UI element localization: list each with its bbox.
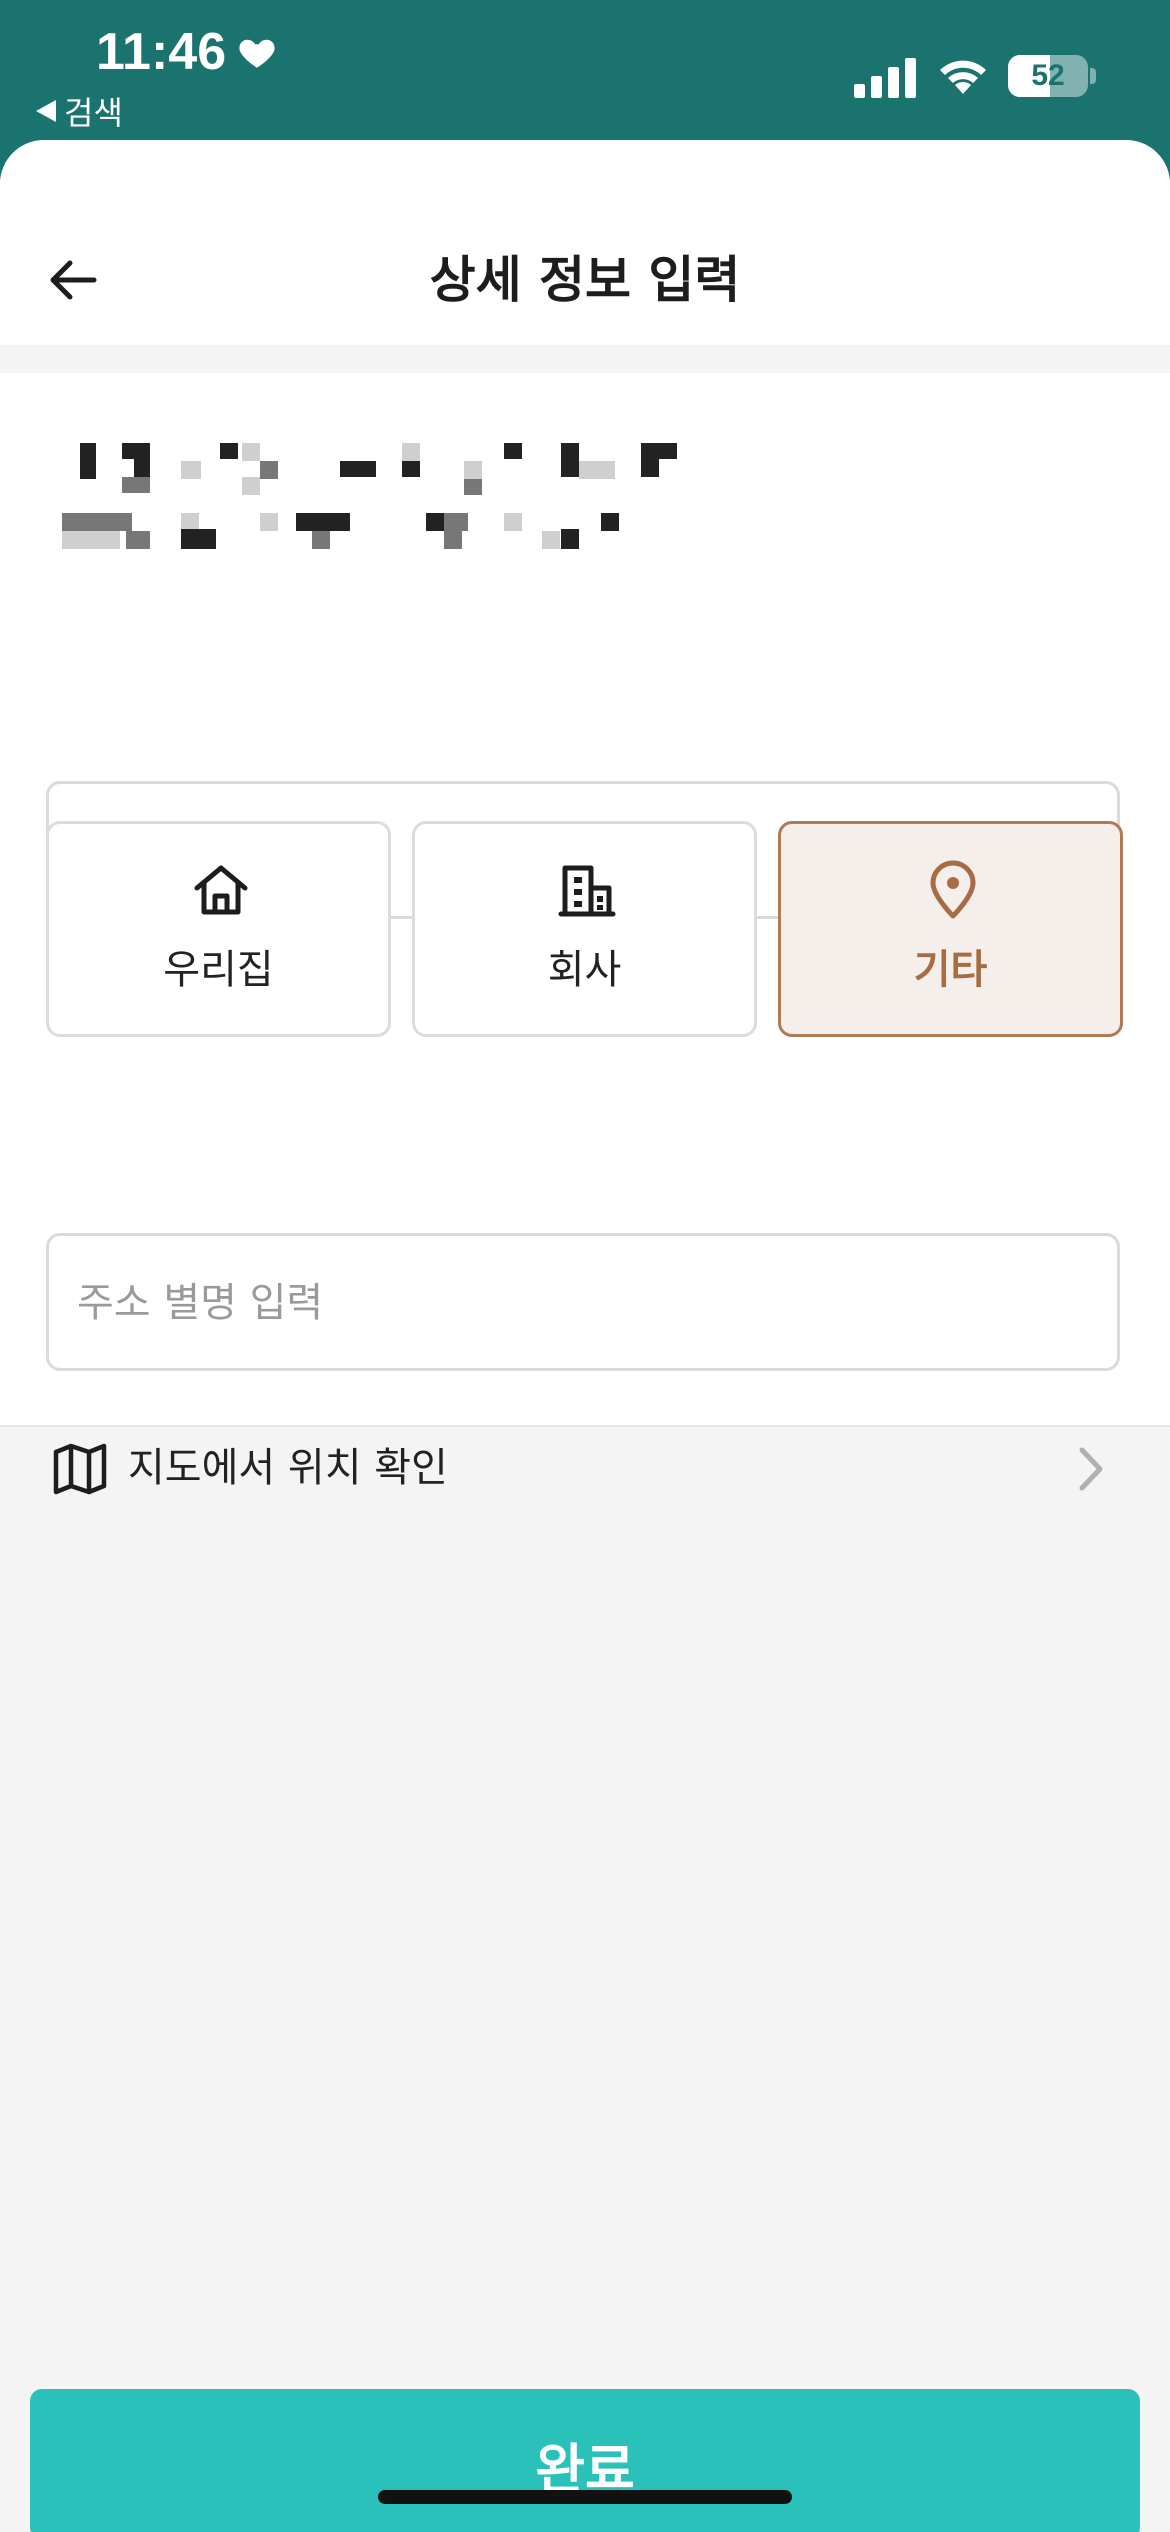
page-title: 상세 정보 입력 [429,251,741,309]
header: 상세 정보 입력 [0,140,1170,345]
building-icon [558,865,616,917]
chevron-right-icon [1079,1447,1103,1491]
pixelated-address-text [62,443,677,549]
battery-indicator: 52 [1008,55,1088,97]
field-border-gap [486,1372,684,1382]
back-app-label: 검색 [64,94,123,132]
home-icon [194,865,248,915]
back-triangle-icon [36,100,56,122]
type-button-home[interactable]: 우리집 [46,821,391,1037]
location-pin-icon [930,860,976,919]
back-to-app-link[interactable]: 검색 [36,88,123,134]
address-alias-field[interactable] [46,1233,1120,1371]
cellular-signal-icon [854,58,916,98]
done-button[interactable]: 완료 [30,2389,1140,2532]
battery-cap [1090,68,1096,84]
status-time-group: 11:46 [96,22,278,82]
home-indicator [378,2490,792,2504]
type-label-home: 우리집 [163,947,274,993]
type-label-company: 회사 [547,947,622,993]
address-alias-input[interactable] [75,1236,1079,1370]
detail-sheet: 상세 정보 입력 상세 주소 입력 우리집 회사 기타 주소 별명 입력 지도에… [0,140,1170,2532]
map-icon [53,1443,107,1495]
heart-icon [239,39,275,68]
map-check-row[interactable]: 지도에서 위치 확인 [0,1418,1170,1518]
wifi-icon [940,60,986,94]
form-area: 우리집 회사 기타 [0,373,1170,1495]
type-button-other[interactable]: 기타 [778,821,1123,1037]
type-button-company[interactable]: 회사 [412,821,757,1037]
status-time: 11:46 [96,23,227,81]
map-check-label: 지도에서 위치 확인 [128,1445,448,1491]
battery-level: 52 [1031,59,1065,92]
type-label-other: 기타 [913,947,988,993]
